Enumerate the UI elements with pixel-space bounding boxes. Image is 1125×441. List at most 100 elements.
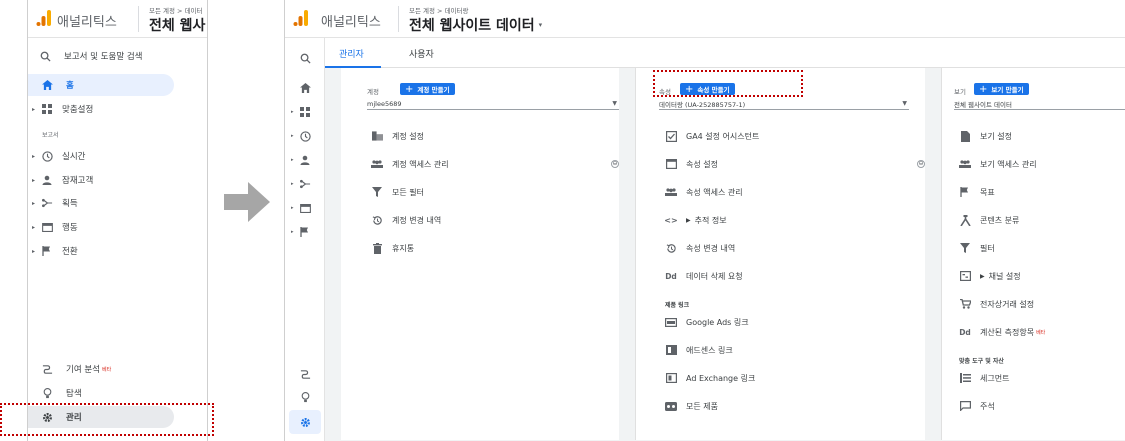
tab-users[interactable]: 사용자 xyxy=(409,38,434,68)
channel-settings[interactable]: ▶ 채널 설정 xyxy=(959,266,1021,286)
acquisition-icon xyxy=(40,196,54,210)
all-products[interactable]: 모든 제품 xyxy=(665,396,718,416)
account-settings[interactable]: 계정 설정 xyxy=(371,126,424,146)
window-icon[interactable]: ▸ xyxy=(285,201,325,215)
account-trash[interactable]: 휴지통 xyxy=(371,238,414,258)
collapse-toggle-icon[interactable]: ⊖ xyxy=(611,160,619,168)
nav-home[interactable]: 홈 xyxy=(40,74,74,96)
tab-admin[interactable]: 관리자 xyxy=(339,38,364,68)
brand-name: 애널리틱스 xyxy=(57,15,117,30)
goals[interactable]: 목표 xyxy=(959,182,995,202)
filter-icon xyxy=(959,242,971,254)
flag-icon xyxy=(959,186,971,198)
settings-window-icon xyxy=(665,158,677,170)
tracking-info[interactable]: <> ▶ 추적 정보 xyxy=(664,210,726,230)
search-reports[interactable]: 보고서 및 도움말 검색 xyxy=(38,45,143,67)
property-column: 속성 + 속성 만들기 데이터랑 (UA-252885757-1) ▼ GA4 설정… xyxy=(635,68,925,440)
view-selector[interactable]: 전체 웹사이트 데이터 ▾ xyxy=(409,15,542,35)
nav-audience[interactable]: ▸ 잠재고객 xyxy=(32,169,93,191)
nav-discover-label: 탐색 xyxy=(66,389,82,399)
create-account-label: 계정 만들기 xyxy=(417,86,450,94)
nav-acquisition-label: 획득 xyxy=(62,199,78,209)
segments-icon xyxy=(959,372,971,384)
nav-conversions[interactable]: ▸ 전환 xyxy=(32,240,78,262)
building-icon xyxy=(371,130,383,142)
expand-caret-icon: ▸ xyxy=(291,133,294,139)
flag-icon[interactable]: ▸ xyxy=(285,225,325,239)
google-ads-link[interactable]: Google Ads 링크 xyxy=(665,312,749,332)
dashboard-icon[interactable]: ▸ xyxy=(285,105,325,119)
property-access[interactable]: 속성 액세스 관리 xyxy=(665,182,743,202)
property-settings[interactable]: 속성 설정 xyxy=(665,154,718,174)
nav-attribution-label: 기여 분석 xyxy=(66,365,100,375)
nav-acquisition[interactable]: ▸ 획득 xyxy=(32,192,78,214)
search-icon[interactable] xyxy=(285,51,325,65)
nav-customization[interactable]: ▸ 맞춤설정 xyxy=(32,98,93,120)
left-window: 애널리틱스 모든 계정 > 데이터 전체 웹사 보고서 및 도움말 검색 홈 ▸… xyxy=(27,0,208,441)
history-icon xyxy=(665,242,677,254)
view-filters[interactable]: 필터 xyxy=(959,238,995,258)
adsense-link[interactable]: 애드센스 링크 xyxy=(665,340,733,360)
ga4-setup-assistant[interactable]: GA4 설정 어시스턴트 xyxy=(665,126,759,146)
expand-caret-icon: ▸ xyxy=(32,105,36,113)
person-icon[interactable]: ▸ xyxy=(285,153,325,167)
collapse-toggle-icon[interactable]: ⊖ xyxy=(917,160,925,168)
nav-audience-label: 잠재고객 xyxy=(62,176,94,186)
ad-exchange-icon xyxy=(665,372,677,384)
item-label: 세그먼트 xyxy=(980,373,1010,383)
view-select[interactable]: 전체 웹사이트 데이터 xyxy=(954,98,1125,110)
view-title[interactable]: 전체 웹사 xyxy=(149,15,205,35)
flag-icon xyxy=(40,244,54,258)
account-change-history[interactable]: 계정 변경 내역 xyxy=(371,210,441,230)
property-change-history[interactable]: 속성 변경 내역 xyxy=(665,238,735,258)
search-label: 보고서 및 도움말 검색 xyxy=(64,52,143,62)
account-filters[interactable]: 모든 필터 xyxy=(371,182,424,202)
calculated-metrics[interactable]: Dd 계산된 측정항목 베타 xyxy=(959,322,1045,342)
account-select[interactable]: mjlee5689 ▼ xyxy=(367,98,619,110)
reports-section-label: 보고서 xyxy=(42,132,59,139)
create-view-label: 보기 만들기 xyxy=(991,86,1024,94)
lightbulb-icon[interactable] xyxy=(285,390,325,404)
breadcrumb[interactable]: 모든 계정 > 데이터 xyxy=(149,5,203,15)
products-icon xyxy=(665,400,677,412)
chevron-down-icon: ▾ xyxy=(538,21,543,29)
ad-exchange-link[interactable]: Ad Exchange 링크 xyxy=(665,368,755,388)
property-select[interactable]: 데이터랑 (UA-252885757-1) ▼ xyxy=(659,98,909,110)
annotations[interactable]: 주석 xyxy=(959,396,995,416)
home-icon[interactable] xyxy=(285,81,325,95)
item-label: 콘텐츠 분류 xyxy=(980,215,1020,225)
data-deletion-requests[interactable]: Dd 데이터 삭제 요청 xyxy=(665,266,742,286)
home-icon xyxy=(40,78,54,92)
expand-caret-icon: ▸ xyxy=(291,181,294,187)
item-label: 모든 필터 xyxy=(392,187,424,197)
expand-caret-icon: ▶ xyxy=(980,272,985,280)
breadcrumb[interactable]: 모든 계정 > 데이터랑 xyxy=(409,5,469,15)
expand-caret-icon: ▸ xyxy=(32,152,36,160)
view-settings[interactable]: 보기 설정 xyxy=(959,126,1012,146)
view-selected: 전체 웹사이트 데이터 xyxy=(954,100,1012,109)
item-label: GA4 설정 어시스턴트 xyxy=(686,131,760,141)
nav-realtime[interactable]: ▸ 실시간 xyxy=(32,145,85,167)
segments[interactable]: 세그먼트 xyxy=(959,368,1009,388)
create-view-button[interactable]: + 보기 만들기 xyxy=(974,83,1029,95)
nav-realtime-label: 실시간 xyxy=(62,152,86,162)
ecommerce-settings[interactable]: 전자상거래 설정 xyxy=(959,294,1034,314)
account-label: 계정 xyxy=(367,88,379,96)
nav-attribution[interactable]: 기여 분석 베타 xyxy=(40,358,111,380)
attribution-icon[interactable] xyxy=(285,367,325,381)
view-access[interactable]: 보기 액세스 관리 xyxy=(959,154,1037,174)
create-account-button[interactable]: + 계정 만들기 xyxy=(400,83,455,95)
gear-icon[interactable] xyxy=(285,415,325,429)
account-column: 계정 + 계정 만들기 mjlee5689 ▼ 계정 설정 계정 액세스 관리 모든… xyxy=(341,68,619,440)
nav-behavior[interactable]: ▸ 행동 xyxy=(32,216,78,238)
content-grouping[interactable]: 콘텐츠 분류 xyxy=(959,210,1019,230)
account-access[interactable]: 계정 액세스 관리 xyxy=(371,154,449,174)
nav-discover[interactable]: 탐색 xyxy=(40,382,82,404)
clock-icon[interactable]: ▸ xyxy=(285,129,325,143)
acquisition-icon[interactable]: ▸ xyxy=(285,177,325,191)
right-header: 애널리틱스 모든 계정 > 데이터랑 전체 웹사이트 데이터 ▾ xyxy=(285,0,1125,38)
item-label: 계산된 측정항목 xyxy=(980,327,1035,337)
item-label: 속성 액세스 관리 xyxy=(686,187,743,197)
trash-icon xyxy=(371,242,383,254)
grouping-icon xyxy=(959,214,971,226)
